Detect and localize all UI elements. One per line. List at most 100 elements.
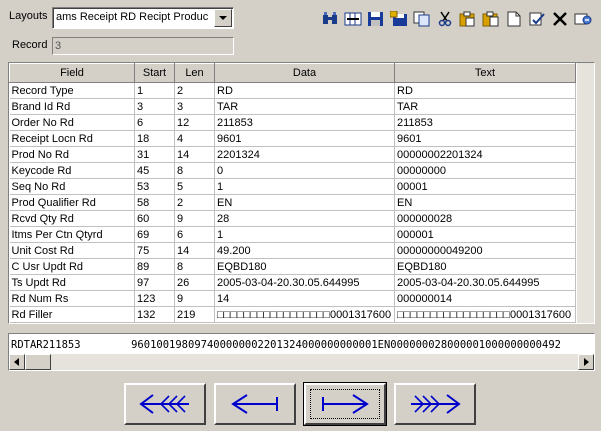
cell-field[interactable]: Record Type: [9, 82, 135, 99]
cut-icon[interactable]: [435, 9, 455, 29]
cell-field[interactable]: Prod No Rd: [9, 146, 135, 163]
scroll-thumb[interactable]: [25, 354, 51, 370]
cell-text[interactable]: 00000000049200: [394, 242, 576, 259]
column-header-len[interactable]: Len: [174, 63, 215, 83]
cell-field[interactable]: Keycode Rd: [9, 162, 135, 179]
raw-record-horizontal-scrollbar[interactable]: [9, 354, 594, 370]
copy-icon[interactable]: [458, 9, 478, 29]
table-row[interactable]: Receipt Locn Rd 18 4 9601 9601: [9, 130, 576, 147]
cell-data[interactable]: 2201324: [214, 146, 395, 163]
cell-start[interactable]: 58: [134, 194, 175, 211]
scroll-right-button[interactable]: [578, 354, 594, 370]
cell-len[interactable]: 9: [174, 210, 215, 227]
cell-len[interactable]: 2: [174, 194, 215, 211]
previous-record-button[interactable]: [214, 383, 296, 425]
cell-len[interactable]: 5: [174, 178, 215, 195]
cell-start[interactable]: 31: [134, 146, 175, 163]
column-grid-icon[interactable]: [343, 9, 363, 29]
cell-data[interactable]: EQBD180: [214, 258, 395, 275]
cell-field[interactable]: Rcvd Qty Rd: [9, 210, 135, 227]
cell-start[interactable]: 97: [134, 274, 175, 291]
cell-start[interactable]: 132: [134, 306, 175, 323]
table-row[interactable]: Ts Updt Rd 97 26 2005-03-04-20.30.05.644995…: [9, 274, 576, 291]
cell-data[interactable]: 0: [214, 162, 395, 179]
cell-text[interactable]: 000000028: [394, 210, 576, 227]
new-document-icon[interactable]: [504, 9, 524, 29]
table-row[interactable]: Rd Filler 132 219 □□□□□□□□□□□□□□□□□00013176…: [9, 306, 576, 323]
cell-field[interactable]: Brand Id Rd: [9, 98, 135, 115]
column-header-start[interactable]: Start: [134, 63, 175, 83]
cell-len[interactable]: 9: [174, 290, 215, 307]
cell-text[interactable]: TAR: [394, 98, 576, 115]
cell-len[interactable]: 219: [174, 306, 215, 323]
cell-data[interactable]: □□□□□□□□□□□□□□□□□0001317600: [214, 306, 395, 323]
table-vertical-scrollbar[interactable]: [577, 63, 594, 323]
cell-field[interactable]: Order No Rd: [9, 114, 135, 131]
cell-len[interactable]: 3: [174, 98, 215, 115]
cell-len[interactable]: 26: [174, 274, 215, 291]
cell-start[interactable]: 123: [134, 290, 175, 307]
first-record-button[interactable]: [124, 383, 206, 425]
cell-field[interactable]: Seq No Rd: [9, 178, 135, 195]
cell-len[interactable]: 4: [174, 130, 215, 147]
cell-text[interactable]: 211853: [394, 114, 576, 131]
cell-start[interactable]: 18: [134, 130, 175, 147]
copy-record-icon[interactable]: [412, 9, 432, 29]
paste-icon[interactable]: [481, 9, 501, 29]
column-header-field[interactable]: Field: [9, 63, 135, 83]
raw-record-text[interactable]: RDTAR211853 9601001980974000000022013240…: [11, 339, 561, 351]
cell-start[interactable]: 60: [134, 210, 175, 227]
table-row[interactable]: Record Type 1 2 RD RD: [9, 82, 576, 99]
cell-len[interactable]: 8: [174, 162, 215, 179]
cell-field[interactable]: Prod Qualifier Rd: [9, 194, 135, 211]
cell-len[interactable]: 14: [174, 242, 215, 259]
cell-data[interactable]: 211853: [214, 114, 395, 131]
cell-start[interactable]: 1: [134, 82, 175, 99]
cell-len[interactable]: 8: [174, 258, 215, 275]
next-record-button[interactable]: [303, 382, 387, 426]
cell-start[interactable]: 89: [134, 258, 175, 275]
cell-start[interactable]: 45: [134, 162, 175, 179]
cell-start[interactable]: 6: [134, 114, 175, 131]
cell-data[interactable]: 1: [214, 178, 395, 195]
cell-start[interactable]: 53: [134, 178, 175, 195]
delete-x-icon[interactable]: [550, 9, 570, 29]
table-row[interactable]: Seq No Rd 53 5 1 00001: [9, 178, 576, 195]
cell-text[interactable]: 2005-03-04-20.30.05.644995: [394, 274, 576, 291]
cell-field[interactable]: C Usr Updt Rd: [9, 258, 135, 275]
cell-text[interactable]: EN: [394, 194, 576, 211]
cell-field[interactable]: Rd Filler: [9, 306, 135, 323]
scroll-left-button[interactable]: [9, 354, 25, 370]
cell-data[interactable]: 1: [214, 226, 395, 243]
cell-field[interactable]: Receipt Locn Rd: [9, 130, 135, 147]
column-header-text[interactable]: Text: [394, 63, 576, 83]
cell-field[interactable]: Rd Num Rs: [9, 290, 135, 307]
cell-len[interactable]: 6: [174, 226, 215, 243]
cell-text[interactable]: 000001: [394, 226, 576, 243]
wizard-icon[interactable]: [573, 9, 593, 29]
cell-data[interactable]: 28: [214, 210, 395, 227]
cell-text[interactable]: □□□□□□□□□□□□□□□□□0001317600: [394, 306, 576, 323]
cell-start[interactable]: 75: [134, 242, 175, 259]
edit-check-icon[interactable]: [527, 9, 547, 29]
last-record-button[interactable]: [394, 383, 476, 425]
cell-text[interactable]: EQBD180: [394, 258, 576, 275]
cell-data[interactable]: 9601: [214, 130, 395, 147]
cell-field[interactable]: Unit Cost Rd: [9, 242, 135, 259]
table-row[interactable]: Rd Num Rs 123 9 14 000000014: [9, 290, 576, 307]
table-row[interactable]: Rcvd Qty Rd 60 9 28 000000028: [9, 210, 576, 227]
cell-len[interactable]: 12: [174, 114, 215, 131]
cell-text[interactable]: 00001: [394, 178, 576, 195]
cell-data[interactable]: 14: [214, 290, 395, 307]
binoculars-icon[interactable]: [320, 9, 340, 29]
table-row[interactable]: Unit Cost Rd 75 14 49.200 00000000049200: [9, 242, 576, 259]
column-header-data[interactable]: Data: [214, 63, 395, 83]
table-row[interactable]: Prod Qualifier Rd 58 2 EN EN: [9, 194, 576, 211]
table-row[interactable]: Order No Rd 6 12 211853 211853: [9, 114, 576, 131]
cell-field[interactable]: Itms Per Ctn Qtyrd: [9, 226, 135, 243]
table-row[interactable]: Prod No Rd 31 14 2201324 00000002201324: [9, 146, 576, 163]
cell-data[interactable]: 2005-03-04-20.30.05.644995: [214, 274, 395, 291]
cell-text[interactable]: 00000000: [394, 162, 576, 179]
cell-text[interactable]: RD: [394, 82, 576, 99]
chevron-down-icon[interactable]: [214, 9, 232, 27]
